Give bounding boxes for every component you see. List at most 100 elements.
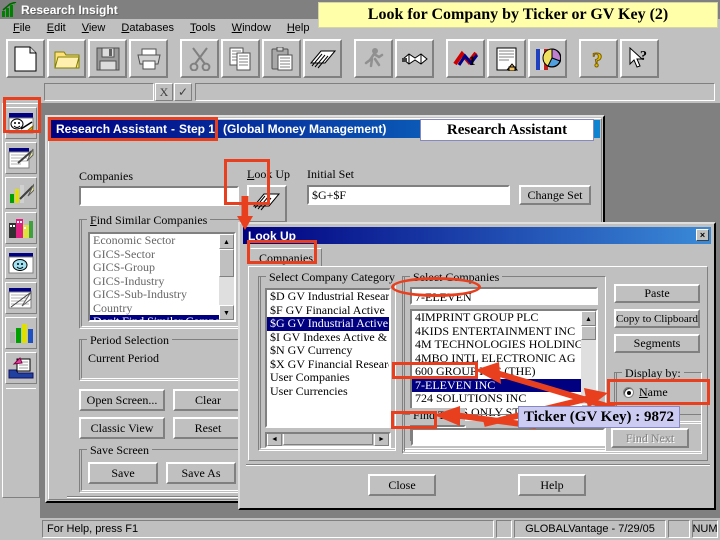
list-item[interactable]: 4M TECHNOLOGIES HOLDING: [412, 337, 583, 352]
print-icon[interactable]: [129, 39, 168, 78]
company-search-input[interactable]: 7-ELEVEN: [410, 287, 598, 305]
scroll-right-icon[interactable]: ►: [374, 434, 389, 446]
segments-button[interactable]: Segments: [614, 334, 700, 353]
open-screen-button[interactable]: Open Screen...: [79, 389, 165, 411]
list-item[interactable]: $N GV Currency: [267, 343, 389, 358]
scroll-left-icon[interactable]: ◄: [267, 434, 282, 446]
books-piechart-icon[interactable]: [528, 39, 567, 78]
menu-edit[interactable]: Edit: [40, 21, 75, 35]
company-buildings-icon[interactable]: [5, 212, 37, 244]
category-listbox[interactable]: $D GV Industrial Research $F GV Financia…: [265, 288, 391, 428]
classic-view-button[interactable]: Classic View: [79, 417, 165, 439]
paste-clipboard-icon[interactable]: [262, 39, 301, 78]
file-drawer-icon[interactable]: [5, 352, 37, 384]
radio-indicator[interactable]: [623, 387, 634, 398]
save-as-button[interactable]: Save As: [166, 462, 236, 484]
list-item-selected[interactable]: Don't Find Similar Companies: [90, 314, 234, 320]
menu-edit-label: dit: [54, 21, 66, 34]
menu-file[interactable]: File: [6, 21, 40, 35]
list-item[interactable]: 4MBO INTL ELECTRONIC AG: [412, 351, 581, 366]
find-similar-listbox[interactable]: Economic Sector GICS-Sector GICS-Group G…: [88, 232, 236, 322]
ra-title-name: Research Assistant: [56, 122, 167, 136]
list-item[interactable]: 4KIDS ENTERTAINMENT INC: [412, 324, 581, 339]
reset-button[interactable]: Reset: [173, 417, 243, 439]
save-button[interactable]: Save: [88, 462, 158, 484]
list-item[interactable]: User Currencies: [267, 384, 389, 399]
formula-name-box[interactable]: [44, 83, 154, 101]
companies-listbox[interactable]: 4IMPRINT GROUP PLC 4KIDS ENTERTAINMENT I…: [410, 309, 598, 421]
close-icon[interactable]: ×: [696, 229, 709, 241]
menu-databases[interactable]: Databases: [114, 21, 183, 35]
lookup-button[interactable]: [247, 185, 287, 223]
lookup-label-text: ook Up: [254, 167, 291, 181]
save-screen-title: Save Screen: [87, 443, 152, 458]
companies-label: Companies: [79, 169, 133, 183]
report-home-icon[interactable]: [487, 39, 526, 78]
spreadsheet-icon[interactable]: [5, 282, 37, 314]
scroll-down-icon[interactable]: ▼: [219, 305, 234, 320]
list-item[interactable]: 4IMPRINT GROUP PLC: [412, 311, 581, 325]
help-button[interactable]: Help: [518, 474, 586, 496]
list-item[interactable]: User Companies: [267, 370, 389, 385]
handshake-icon[interactable]: [395, 39, 434, 78]
tool-palette: [2, 103, 40, 498]
menu-view[interactable]: View: [75, 21, 115, 35]
lookup-dialog-titlebar: Look Up ×: [243, 227, 711, 244]
new-document-icon[interactable]: [6, 39, 45, 78]
formula-accept-button[interactable]: ✓: [174, 83, 192, 101]
research-assistant-icon[interactable]: [5, 107, 37, 139]
list-item[interactable]: GICS-Group: [90, 260, 219, 275]
bar-chart-icon[interactable]: [5, 317, 37, 349]
menu-tools[interactable]: Tools: [183, 21, 225, 35]
list-item[interactable]: GICS-Sub-Industry: [90, 287, 219, 302]
list-item[interactable]: 600 GROUP PLC (THE): [412, 364, 581, 379]
list-item[interactable]: 724 SOLUTIONS INC: [412, 391, 581, 406]
list-item[interactable]: Country: [90, 301, 219, 316]
paste-button[interactable]: Paste: [614, 284, 700, 303]
number-one-icon[interactable]: 1: [446, 39, 485, 78]
screen-view-icon[interactable]: [5, 247, 37, 279]
toolbar-separator: [170, 44, 180, 74]
run-person-icon[interactable]: [354, 39, 393, 78]
formula-cancel-button[interactable]: X: [155, 83, 173, 101]
lookup-book-icon[interactable]: [303, 39, 342, 78]
list-item[interactable]: $F GV Financial Active: [267, 303, 389, 318]
list-item[interactable]: Economic Sector: [90, 234, 219, 248]
open-folder-icon[interactable]: [47, 39, 86, 78]
scroll-up-icon[interactable]: ▲: [219, 234, 234, 249]
palette-separator: [6, 388, 36, 389]
find-text-input[interactable]: [411, 428, 605, 446]
formula-input[interactable]: [195, 83, 715, 101]
list-item-selected[interactable]: $G GV Industrial Active: [267, 316, 389, 331]
copy-to-clipboard-button[interactable]: Copy to Clipboard: [614, 309, 700, 328]
copy-icon[interactable]: [221, 39, 260, 78]
save-floppy-icon[interactable]: [88, 39, 127, 78]
menu-window-label: indow: [242, 21, 271, 34]
find-similar-group: Find Similar Companies Economic Sector G…: [79, 213, 243, 329]
category-hscrollbar[interactable]: ◄ ►: [265, 432, 391, 448]
change-set-button[interactable]: Change Set: [519, 185, 591, 205]
cut-scissors-icon[interactable]: [180, 39, 219, 78]
category-hscroll-track[interactable]: ◄ ►: [267, 434, 389, 446]
list-item[interactable]: $I GV Indexes Active & R: [267, 330, 389, 345]
list-item[interactable]: $D GV Industrial Research: [267, 290, 389, 304]
menu-window[interactable]: Window: [225, 21, 280, 35]
find-next-button[interactable]: Find Next: [611, 428, 689, 448]
menu-help[interactable]: Help: [280, 21, 319, 35]
companies-input[interactable]: [79, 186, 239, 206]
scroll-up-icon[interactable]: ▲: [581, 311, 596, 326]
list-item[interactable]: GICS-Sector: [90, 247, 219, 262]
chart-writer-icon[interactable]: [5, 177, 37, 209]
clear-button[interactable]: Clear: [173, 389, 243, 411]
list-item[interactable]: $X GV Financial Research: [267, 357, 389, 372]
display-by-name-radio[interactable]: Name: [623, 385, 668, 400]
find-similar-scrollbar[interactable]: ▲ ▼: [219, 234, 234, 320]
context-help-icon[interactable]: ?: [620, 39, 659, 78]
companies-scrollbar[interactable]: ▲ ▼: [581, 311, 596, 419]
close-button[interactable]: Close: [368, 474, 436, 496]
help-question-icon[interactable]: ?: [579, 39, 618, 78]
initial-set-input[interactable]: $G+$F: [307, 185, 510, 205]
report-writer-icon[interactable]: [5, 142, 37, 174]
list-item-selected[interactable]: 7-ELEVEN INC: [412, 378, 581, 392]
list-item[interactable]: GICS-Industry: [90, 274, 219, 289]
